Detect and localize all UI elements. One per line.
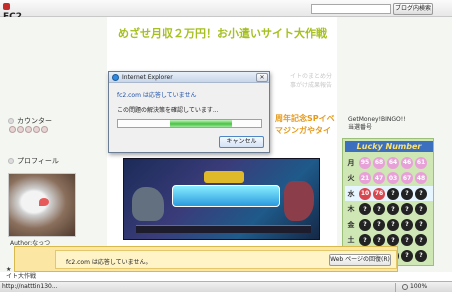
lucky-ball: ?	[415, 218, 427, 231]
ghost-text: イトのまとめ分 事がけ成果報告	[290, 72, 340, 90]
lucky-row: 月 95 68 64 46 61	[345, 155, 433, 170]
dialog-message-primary: fc2.com は応答していません	[117, 92, 197, 99]
event-line: マジンガやタイ	[275, 126, 331, 135]
recover-webpage-button[interactable]: Web ページの回復(R)	[329, 254, 391, 266]
cancel-button[interactable]: キャンセル	[219, 136, 264, 148]
lucky-day-label: 月	[347, 158, 355, 167]
status-bar: http://natttin130... 100%	[0, 281, 452, 292]
lucky-row: 水 10 76???	[345, 186, 433, 201]
lucky-ball: ?	[359, 218, 371, 231]
profile-title-text: プロフィール	[17, 157, 59, 165]
notification-text: fc2.com は応答していません。	[66, 259, 152, 266]
lucky-day-label: 土	[347, 236, 355, 244]
blog-search-input[interactable]	[311, 4, 391, 14]
event-line: 周年記念SPイベ	[275, 114, 335, 123]
lucky-day-label: 金	[347, 220, 355, 229]
getmoney-title-text: GetMoney!BINGO!!	[348, 116, 406, 123]
bullet-icon	[8, 118, 14, 124]
zoom-level[interactable]: 100%	[410, 283, 427, 290]
banner-strip	[136, 225, 311, 233]
ghost-line: 事がけ成果報告	[290, 82, 333, 89]
bird-beak	[39, 198, 49, 206]
profile-title: プロフィール	[8, 156, 59, 166]
lucky-ball: 46	[401, 156, 413, 169]
lucky-ball: ?	[387, 234, 399, 246]
lucky-ball: 47	[373, 172, 385, 184]
lucky-ball: ?	[359, 203, 371, 215]
fc2-header-bar: FC2 ブログ内検索	[0, 0, 452, 22]
lucky-day-label: 火	[347, 174, 355, 182]
counter-digit	[41, 126, 48, 133]
ghost-line: イトのまとめ分	[290, 73, 333, 80]
getmoney-title: GetMoney!BINGO!! 当選番号	[348, 116, 406, 132]
banner-logo	[172, 185, 280, 207]
profile-avatar-bird	[8, 173, 76, 237]
lucky-ball: 21	[359, 172, 371, 184]
lucky-ball: ?	[415, 187, 427, 200]
visitor-counter	[9, 126, 48, 142]
progress-marquee	[170, 120, 232, 127]
banner-character-left	[132, 187, 164, 221]
counter-digit	[33, 126, 40, 133]
ie-not-responding-dialog: Internet Explorer ✕ fc2.com は応答していません この…	[108, 71, 270, 153]
notification-bar: fc2.com は応答していません。 Web ページの回復(R)	[14, 246, 398, 272]
progress-bar	[117, 119, 262, 128]
lucky-ball: 61	[415, 156, 427, 169]
blog-search-button[interactable]: ブログ内検索	[393, 3, 433, 15]
counter-digit	[25, 126, 32, 133]
lucky-ball: ?	[401, 234, 413, 246]
lucky-row: 火 21 47 03 67 48	[345, 171, 433, 186]
zoom-icon[interactable]	[402, 284, 408, 290]
event-text[interactable]: 周年記念SPイベ マジンガやタイ	[275, 113, 345, 137]
lucky-ball: 10	[359, 187, 371, 200]
lucky-ball: 67	[401, 172, 413, 184]
internet-explorer-icon	[112, 74, 119, 81]
fc2-logo[interactable]: FC2	[3, 2, 29, 22]
banner-logo-top	[204, 171, 244, 183]
lucky-ball: ?	[415, 249, 427, 262]
getmoney-subtitle: 当選番号	[348, 124, 373, 131]
lucky-row: 木?????	[345, 202, 433, 217]
banner-character-right	[284, 181, 314, 221]
lucky-ball: ?	[359, 234, 371, 246]
counter-digit	[9, 126, 16, 133]
game-banner-image[interactable]	[123, 158, 320, 240]
lucky-ball: ?	[401, 187, 413, 200]
lucky-ball: ?	[387, 187, 399, 200]
lucky-ball: 68	[373, 156, 385, 169]
close-icon[interactable]: ✕	[256, 73, 268, 82]
dialog-titlebar[interactable]: Internet Explorer ✕	[109, 72, 269, 83]
lucky-day-label: 水	[347, 189, 355, 198]
lucky-number-title: Lucky Number	[345, 141, 433, 152]
lucky-ball: ?	[415, 234, 427, 246]
lucky-day-label: 木	[347, 205, 355, 213]
dialog-title: Internet Explorer	[122, 74, 173, 81]
bullet-icon	[8, 158, 14, 164]
lucky-ball: 95	[359, 156, 371, 169]
status-url: http://natttin130...	[2, 283, 58, 290]
lucky-ball: ?	[373, 218, 385, 231]
lucky-ball: ?	[401, 218, 413, 231]
lucky-ball: 64	[387, 156, 399, 169]
lucky-row: 金?????	[345, 217, 433, 232]
lucky-ball: ?	[387, 218, 399, 231]
lucky-ball: ?	[373, 203, 385, 215]
lucky-ball: ?	[401, 249, 413, 262]
dialog-message-secondary: この問題の解決策を確認しています...	[117, 107, 219, 114]
lucky-ball: ?	[415, 203, 427, 215]
counter-title: カウンター	[8, 116, 52, 126]
lucky-ball: ?	[401, 203, 413, 215]
lucky-ball: 03	[387, 172, 399, 184]
lucky-ball: 48	[415, 172, 427, 184]
lucky-ball: 76	[373, 187, 385, 200]
lucky-ball: ?	[387, 203, 399, 215]
notification-panel: fc2.com は応答していません。 Web ページの回復(R)	[55, 250, 397, 269]
counter-digit	[17, 126, 24, 133]
status-divider	[395, 283, 396, 292]
post-title[interactable]: めざせ月収２万円！お小遣いサイト大作戦	[118, 25, 330, 42]
lucky-ball: ?	[373, 234, 385, 246]
counter-title-text: カウンター	[17, 117, 52, 125]
